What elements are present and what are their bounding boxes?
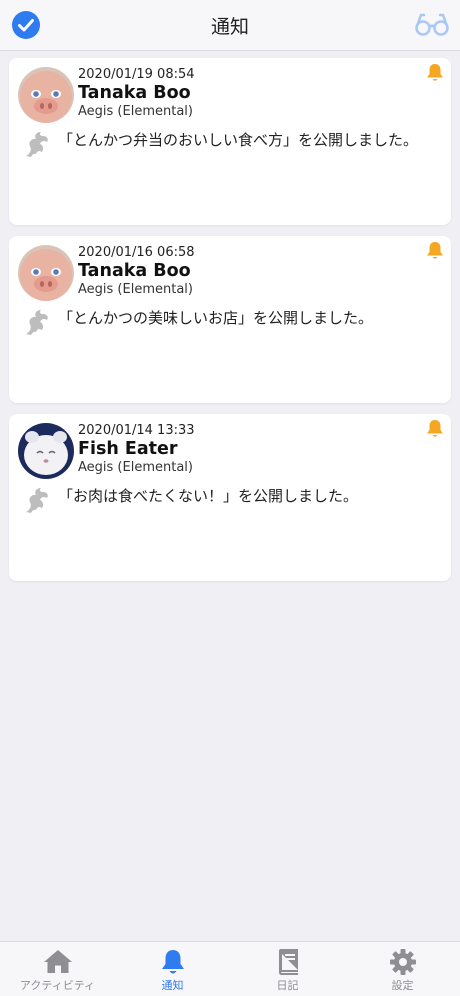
- post-date: 2020/01/19 08:54: [78, 67, 195, 82]
- post-date: 2020/01/14 13:33: [78, 423, 195, 438]
- notification-card[interactable]: 2020/01/14 13:33 Fish Eater Aegis (Eleme…: [9, 414, 451, 581]
- book-icon: [278, 949, 298, 975]
- bell-icon: [427, 242, 443, 259]
- bell-icon: [427, 64, 443, 81]
- author-server: Aegis (Elemental): [78, 460, 193, 475]
- notification-card[interactable]: 2020/01/16 06:58 Tanaka Boo Aegis (Eleme…: [9, 236, 451, 403]
- pig-avatar[interactable]: [18, 67, 74, 123]
- tab-activity[interactable]: アクティビティ: [0, 942, 115, 996]
- tab-notifications[interactable]: 通知: [115, 942, 230, 996]
- tab-label: アクティビティ: [19, 979, 96, 992]
- author-server: Aegis (Elemental): [78, 104, 193, 119]
- glasses-icon[interactable]: [415, 12, 449, 38]
- bell-icon: [161, 950, 184, 974]
- notification-message: 「とんかつ弁当のおいしい食べ方」を公開しました。: [58, 131, 419, 149]
- tab-settings[interactable]: 設定: [345, 942, 460, 996]
- header-bar: 通知: [0, 0, 460, 51]
- tab-label: 設定: [391, 979, 414, 992]
- notification-message: 「とんかつの美味しいお店」を公開しました。: [58, 309, 374, 327]
- tab-diary[interactable]: 日記: [230, 942, 345, 996]
- moogle-avatar[interactable]: [18, 423, 74, 479]
- page-title: 通知: [210, 16, 249, 38]
- notification-card[interactable]: 2020/01/19 08:54 Tanaka Boo Aegis (Eleme…: [9, 58, 451, 225]
- notification-message: 「お肉は食べたくない！」を公開しました。: [58, 487, 359, 505]
- author-name[interactable]: Tanaka Boo: [78, 83, 191, 103]
- dragon-icon: [26, 310, 48, 335]
- tab-label: 通知: [161, 979, 184, 992]
- author-name[interactable]: Fish Eater: [78, 439, 178, 459]
- author-name[interactable]: Tanaka Boo: [78, 261, 191, 281]
- home-icon: [43, 950, 72, 973]
- tab-bar: アクティビティ 通知 日記 設定: [0, 941, 460, 996]
- post-date: 2020/01/16 06:58: [78, 245, 195, 260]
- dragon-icon: [26, 132, 48, 157]
- gear-icon: [389, 949, 416, 975]
- author-server: Aegis (Elemental): [78, 282, 193, 297]
- pig-avatar[interactable]: [18, 245, 74, 301]
- dragon-icon: [26, 488, 48, 513]
- tab-label: 日記: [276, 979, 299, 992]
- bell-icon: [427, 420, 443, 437]
